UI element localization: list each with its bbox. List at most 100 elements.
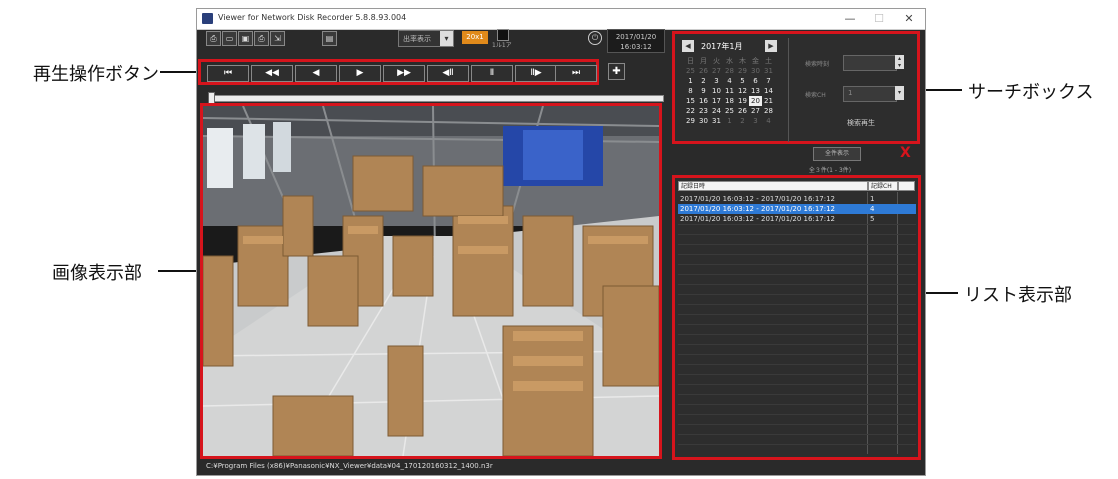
row-gridline xyxy=(678,434,916,435)
callout-search-box: サーチボックス xyxy=(968,82,1094,103)
speed-badge[interactable]: 20x1 xyxy=(462,31,488,44)
calendar-day[interactable]: 6 xyxy=(749,76,762,86)
row-gridline xyxy=(678,344,916,345)
calendar-day[interactable]: 31 xyxy=(710,116,723,126)
screen-icon[interactable]: ▤ xyxy=(322,31,337,46)
fast-rewind-button[interactable]: ◀◀ xyxy=(251,65,293,82)
calendar-day[interactable]: 9 xyxy=(697,86,710,96)
table-row[interactable]: 2017/01/20 16:03:12 - 2017/01/20 16:17:1… xyxy=(678,194,916,204)
calendar-day[interactable]: 28 xyxy=(762,106,775,116)
reverse-play-button[interactable]: ◀ xyxy=(295,65,337,82)
calendar-day[interactable]: 25 xyxy=(684,66,697,76)
row-gridline xyxy=(678,334,916,335)
frame-forward-button[interactable]: Ⅱ▶ xyxy=(515,65,557,82)
calendar-day[interactable]: 28 xyxy=(723,66,736,76)
calendar-weekday: 木 xyxy=(739,57,746,65)
save-icon[interactable]: ▣ xyxy=(238,31,253,46)
current-time: 16:03:12 xyxy=(620,43,652,51)
close-button[interactable]: ✕ xyxy=(894,10,924,28)
calendar-day[interactable]: 10 xyxy=(710,86,723,96)
calendar-day[interactable]: 29 xyxy=(684,116,697,126)
chevron-down-icon[interactable]: ▾ xyxy=(895,86,904,100)
calendar-day[interactable]: 4 xyxy=(762,116,775,126)
calendar-day[interactable]: 2 xyxy=(697,76,710,86)
calendar-day[interactable]: 26 xyxy=(697,66,710,76)
calendar-day[interactable]: 1 xyxy=(684,76,697,86)
calendar-day[interactable]: 30 xyxy=(749,66,762,76)
chevron-down-icon[interactable]: ▾ xyxy=(440,31,453,46)
calendar-day[interactable]: 27 xyxy=(710,66,723,76)
calendar-day[interactable]: 26 xyxy=(736,106,749,116)
window-title: Viewer for Network Disk Recorder 5.8.8.9… xyxy=(218,13,407,22)
row-gridline xyxy=(678,224,916,225)
calendar-day[interactable]: 31 xyxy=(762,66,775,76)
calendar-day[interactable]: 12 xyxy=(736,86,749,96)
print-preview-icon[interactable]: ⎙ xyxy=(206,31,221,46)
calendar-day[interactable]: 24 xyxy=(710,106,723,116)
calendar-day[interactable]: 7 xyxy=(762,76,775,86)
calendar-day[interactable]: 13 xyxy=(749,86,762,96)
calendar-day[interactable]: 5 xyxy=(736,76,749,86)
puzzle-icon[interactable]: ✚ xyxy=(608,63,625,80)
seek-bar[interactable] xyxy=(211,95,664,102)
display-mode-dropdown[interactable]: 出率表示 ▾ xyxy=(398,30,454,47)
search-play-button[interactable]: 検索再生 xyxy=(847,118,875,128)
video-display[interactable] xyxy=(200,103,662,459)
row-gridline xyxy=(678,324,916,325)
calendar-day[interactable]: 4 xyxy=(723,76,736,86)
skip-to-start-button[interactable]: ⏮ xyxy=(207,65,249,82)
pause-button[interactable]: Ⅱ xyxy=(471,65,513,82)
row-gridline xyxy=(678,244,916,245)
play-button[interactable]: ▶ xyxy=(339,65,381,82)
calendar-day[interactable]: 20 xyxy=(749,96,762,106)
prev-month-button[interactable]: ◀ xyxy=(682,40,694,52)
calendar-day[interactable]: 18 xyxy=(723,96,736,106)
search-ch-select[interactable]: 1 xyxy=(843,86,897,102)
current-date: 2017/01/20 xyxy=(615,33,657,41)
search-time-spinner[interactable]: ▴ ▾ xyxy=(895,55,904,69)
calendar-day[interactable]: 14 xyxy=(762,86,775,96)
calendar-day[interactable]: 25 xyxy=(723,106,736,116)
calendar-day[interactable]: 16 xyxy=(697,96,710,106)
row-gridline xyxy=(678,394,916,395)
calendar-day[interactable]: 19 xyxy=(736,96,749,106)
calendar-day[interactable]: 17 xyxy=(710,96,723,106)
column-header-time[interactable]: 記録日時 xyxy=(678,181,868,191)
table-row[interactable]: 2017/01/20 16:03:12 - 2017/01/20 16:17:1… xyxy=(678,214,916,224)
printer-icon[interactable]: ⎙ xyxy=(254,31,269,46)
show-all-button[interactable]: 全件表示 xyxy=(813,147,861,161)
open-folder-icon[interactable]: ▭ xyxy=(222,31,237,46)
playback-controls: ⏮ ◀◀ ◀ ▶ ▶▶ ◀Ⅱ Ⅱ Ⅱ▶ ⏭ xyxy=(198,59,599,85)
minimize-button[interactable]: — xyxy=(835,10,865,28)
fast-forward-button[interactable]: ▶▶ xyxy=(383,65,425,82)
calendar-day[interactable]: 29 xyxy=(736,66,749,76)
next-month-button[interactable]: ▶ xyxy=(765,40,777,52)
calendar-day[interactable]: 21 xyxy=(762,96,775,106)
maximize-button[interactable]: ☐ xyxy=(864,10,894,28)
calendar-day[interactable]: 27 xyxy=(749,106,762,116)
frame-back-button[interactable]: ◀Ⅱ xyxy=(427,65,469,82)
power-icon[interactable]: ⏻ xyxy=(588,31,602,45)
search-time-input[interactable] xyxy=(843,55,897,71)
calendar-day[interactable]: 23 xyxy=(697,106,710,116)
calendar-day[interactable]: 22 xyxy=(684,106,697,116)
close-list-icon[interactable]: X xyxy=(900,145,911,161)
app-icon xyxy=(202,13,213,24)
row-ch: 1 xyxy=(870,195,875,203)
column-header-extra[interactable] xyxy=(898,181,915,191)
calendar-day[interactable]: 2 xyxy=(736,116,749,126)
calendar-day[interactable]: 8 xyxy=(684,86,697,96)
calendar-day[interactable]: 11 xyxy=(723,86,736,96)
calendar-day[interactable]: 3 xyxy=(749,116,762,126)
calendar-day[interactable]: 3 xyxy=(710,76,723,86)
column-header-ch[interactable]: 記録CH xyxy=(868,181,898,191)
table-row[interactable]: 2017/01/20 16:03:12 - 2017/01/20 16:17:1… xyxy=(678,204,916,214)
row-gridline xyxy=(678,294,916,295)
calendar-day[interactable]: 1 xyxy=(723,116,736,126)
calendar-day[interactable]: 30 xyxy=(697,116,710,126)
row-time: 2017/01/20 16:03:12 - 2017/01/20 16:17:1… xyxy=(680,205,835,213)
export-icon[interactable]: ⇲ xyxy=(270,31,285,46)
skip-to-end-button[interactable]: ⏭ xyxy=(555,65,597,82)
row-gridline xyxy=(678,354,916,355)
calendar-day[interactable]: 15 xyxy=(684,96,697,106)
